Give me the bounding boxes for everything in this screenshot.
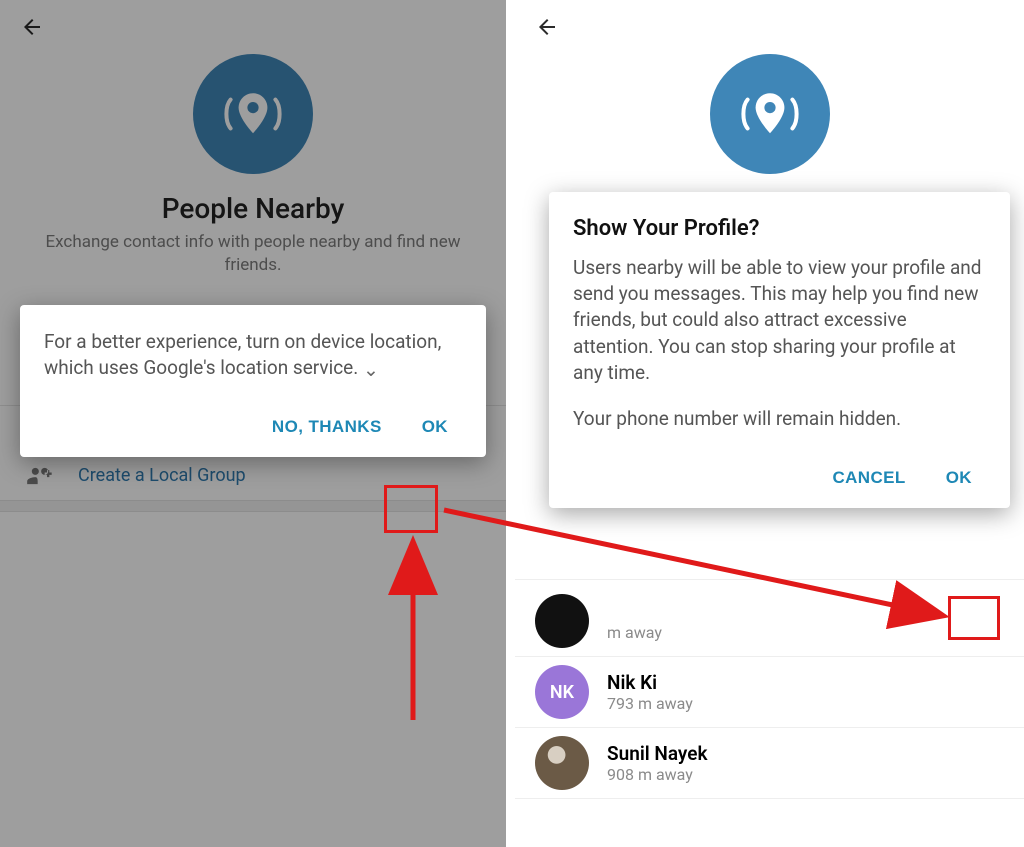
dialog-body: Users nearby will be able to view your p… xyxy=(573,255,986,386)
dialog-title: Show Your Profile? xyxy=(573,216,986,241)
dialog-body-2: Your phone number will remain hidden. xyxy=(573,406,986,432)
topbar xyxy=(0,0,506,54)
chevron-down-icon[interactable]: ⌄ xyxy=(363,357,379,383)
topbar xyxy=(515,0,1024,54)
person-row[interactable]: Sunil Nayek 908 m away xyxy=(515,728,1024,799)
avatar: NK xyxy=(535,665,589,719)
person-sub: m away xyxy=(607,623,662,642)
page-title: People Nearby xyxy=(26,192,480,225)
person-name: Sunil Nayek xyxy=(607,742,707,765)
divider xyxy=(0,500,506,512)
person-sub: 908 m away xyxy=(607,765,707,784)
avatar xyxy=(535,736,589,790)
create-local-group-label: Create a Local Group xyxy=(78,465,246,486)
ok-button[interactable]: OK xyxy=(936,458,982,498)
location-permission-dialog: For a better experience, turn on device … xyxy=(20,305,486,457)
show-profile-dialog: Show Your Profile? Users nearby will be … xyxy=(549,192,1010,508)
person-sub: 793 m away xyxy=(607,694,693,713)
screenshot-left: People Nearby Exchange contact info with… xyxy=(0,0,509,847)
create-local-group-row[interactable]: Create a Local Group xyxy=(0,452,506,500)
arrow-left-icon xyxy=(20,15,44,39)
back-button[interactable] xyxy=(527,7,567,47)
ok-button[interactable]: OK xyxy=(412,407,458,447)
dialog-body: For a better experience, turn on device … xyxy=(44,330,441,379)
arrow-left-icon xyxy=(535,15,559,39)
person-row[interactable]: NK Nik Ki 793 m away xyxy=(515,657,1024,728)
add-group-icon xyxy=(26,462,54,490)
person-row[interactable]: m away xyxy=(515,579,1024,657)
people-nearby-icon xyxy=(710,54,830,174)
avatar xyxy=(535,594,589,648)
page-sub: Exchange contact info with people nearby… xyxy=(26,231,480,277)
person-name: Nik Ki xyxy=(607,671,693,694)
people-nearby-hero: People Nearby Exchange contact info with… xyxy=(0,54,506,295)
screenshot-right: People Nearby m away NK Nik Ki 793 m awa… xyxy=(515,0,1024,847)
no-thanks-button[interactable]: NO, THANKS xyxy=(262,407,392,447)
cancel-button[interactable]: CANCEL xyxy=(822,458,915,498)
people-nearby-icon xyxy=(193,54,313,174)
back-button[interactable] xyxy=(12,7,52,47)
